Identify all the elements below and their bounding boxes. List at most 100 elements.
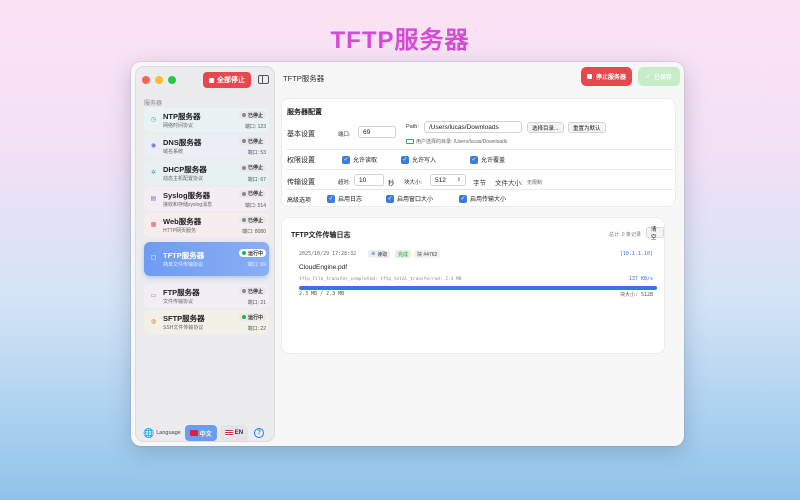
sidebar-item-server[interactable]: ▦ Web服务器 HTTP网页服务 已停止 端口: 8080 [144, 213, 269, 238]
close-window-button[interactable] [142, 76, 150, 84]
main-title: TFTP服务器 [283, 74, 325, 83]
sidebar-section-label: 服务器 [144, 101, 163, 107]
status-label: 已停止 [247, 288, 263, 295]
status-label: 运行中 [247, 250, 263, 257]
status-badge: 运行中 [238, 313, 266, 322]
enable-transfer-size-label: 启用传输大小 [470, 197, 507, 203]
divider [286, 169, 673, 170]
saved-label: 已保存 [654, 75, 673, 81]
allow-read-checkbox[interactable]: ✓ 允许读取 [342, 155, 377, 164]
checkmark-icon: ✓ [342, 155, 350, 164]
status-badge: 已停止 [238, 287, 266, 296]
status-dot-icon [241, 315, 246, 320]
allow-overwrite-label: 允许覆盖 [481, 158, 506, 164]
sidebar-item-server[interactable]: ▭ FTP服务器 文件传输协议 已停止 端口: 21 [144, 284, 269, 309]
language-chinese-label: 中文 [199, 431, 212, 438]
sidebar-toggle-icon[interactable] [258, 75, 269, 84]
status-badge: 已停止 [238, 163, 266, 172]
sidebar-item-server[interactable]: ◍ SFTP服务器 SSH文件传输协议 运行中 端口: 22 [144, 310, 269, 335]
allow-overwrite-checkbox[interactable]: ✓ 允许覆盖 [470, 155, 505, 164]
timeout-unit: 秒 [388, 180, 395, 187]
reset-default-button[interactable]: 重置为默认 [568, 122, 606, 133]
stop-server-button[interactable]: 停止服务器 [581, 67, 632, 86]
stop-icon [586, 74, 592, 79]
path-input[interactable]: /Users/lucas/Downloads [424, 121, 522, 133]
allow-write-label: 允许写入 [412, 158, 437, 164]
server-name: NTP服务器 [163, 112, 201, 121]
server-name: Syslog服务器 [163, 190, 211, 200]
sidebar-item-server[interactable]: ▤ Syslog服务器 接收和存储syslog消息 已停止 端口: 514 [144, 186, 269, 211]
progress-text: 2.3 MB / 2.3 MB [299, 291, 345, 297]
server-port: 端口: 67 [247, 176, 266, 183]
status-badge: 已停止 [238, 111, 266, 119]
checkmark-icon: ✓ [327, 194, 335, 203]
server-name: Web服务器 [163, 217, 202, 227]
sidebar: 全部停止 服务器 ◷ NTP服务器 网络时间协议 已停止 端口: 123 ◉ DNS服务器域… [135, 66, 275, 442]
china-flag-icon [189, 430, 198, 436]
allow-read-label: 允许读取 [353, 158, 378, 164]
log-op-badge: ⊕ 读取 [368, 250, 391, 258]
transfer-settings-label: 传输设置 [287, 179, 315, 186]
enable-window-size-label: 启用窗口大小 [397, 197, 434, 203]
block-size-select[interactable]: 512 ⇕ [430, 174, 466, 186]
folder-icon: ▭ [150, 293, 157, 300]
zoom-window-button[interactable] [168, 76, 176, 84]
language-bar: 🌐 Language 中文 EN ? [143, 425, 271, 441]
enable-transfer-size-checkbox[interactable]: ✓ 启用传输大小 [459, 194, 506, 203]
transfer-progress-bar [299, 286, 657, 290]
checkmark-icon: ✓ [386, 194, 394, 203]
select-directory-button[interactable]: 选择目录... [527, 122, 564, 133]
status-dot-icon [241, 165, 246, 170]
language-chinese-button[interactable]: 中文 [184, 425, 217, 441]
timeout-input[interactable]: 10 [354, 174, 384, 186]
server-desc: 域名系统 [163, 149, 184, 156]
saved-button[interactable]: ✓ 已保存 [638, 67, 680, 86]
status-dot-icon [241, 218, 246, 223]
server-desc: 简单文件传输协议 [163, 262, 204, 269]
help-icon[interactable]: ? [254, 428, 265, 438]
log-block-badge: 块 #4762 [414, 250, 441, 258]
file-size-label: 文件大小: [495, 180, 523, 187]
minimize-window-button[interactable] [155, 76, 163, 84]
log-block-size: 块大小: 512B [619, 292, 653, 298]
divider [286, 149, 673, 150]
status-badge: 已停止 [238, 216, 266, 225]
port-label: 端口: [338, 132, 351, 138]
status-label: 已停止 [247, 217, 263, 224]
enable-window-size-checkbox[interactable]: ✓ 启用窗口大小 [386, 194, 433, 203]
checkmark-icon: ✓ [645, 74, 651, 80]
path-label: Path: [406, 124, 419, 130]
checkmark-icon: ✓ [401, 155, 409, 164]
status-badge: 运行中 [238, 249, 266, 258]
stop-icon [209, 77, 214, 83]
permissions-label: 权限设置 [287, 157, 315, 164]
window-controls [142, 76, 176, 84]
server-port: 端口: 69 [247, 262, 266, 269]
sidebar-item-server[interactable]: ▢ TFTP服务器 简单文件传输协议 运行中 端口: 69 [144, 242, 269, 277]
status-badge: 已停止 [238, 137, 266, 146]
port-input[interactable]: 69 [358, 126, 396, 138]
log-filename: CloudEngine.pdf [299, 264, 348, 271]
sidebar-item-server[interactable]: ✲ DHCP服务器 动态主机配置协议 已停止 端口: 67 [144, 160, 269, 185]
server-desc: SSH文件传输协议 [163, 325, 204, 332]
server-port: 端口: 22 [247, 326, 266, 333]
server-name: DHCP服务器 [163, 164, 207, 174]
server-port: 端口: 514 [244, 202, 266, 209]
allow-write-checkbox[interactable]: ✓ 允许写入 [401, 155, 436, 164]
enable-log-checkbox[interactable]: ✓ 启用日志 [327, 194, 362, 203]
status-label: 已停止 [247, 138, 263, 145]
lock-icon: ◍ [150, 319, 157, 326]
clear-log-button[interactable]: 清空 [646, 227, 664, 241]
language-english-button[interactable]: EN [219, 425, 249, 441]
server-desc: 接收和存储syslog消息 [163, 201, 213, 208]
file-icon: ▢ [150, 255, 157, 262]
stop-all-button[interactable]: 全部停止 [203, 72, 251, 88]
sidebar-item-server[interactable]: ◷ NTP服务器 网络时间协议 已停止 端口: 123 [144, 108, 269, 132]
document-icon: ▤ [150, 195, 157, 202]
server-list: ◷ NTP服务器 网络时间协议 已停止 端口: 123 ◉ DNS服务器 域名系统 已停止 端口:… [144, 108, 269, 337]
server-desc: 文件传输协议 [163, 299, 194, 306]
status-label: 已停止 [247, 112, 263, 119]
sidebar-item-server[interactable]: ◉ DNS服务器 域名系统 已停止 端口: 53 [144, 134, 269, 159]
status-dot-icon [241, 289, 246, 294]
folder-icon [406, 139, 414, 144]
